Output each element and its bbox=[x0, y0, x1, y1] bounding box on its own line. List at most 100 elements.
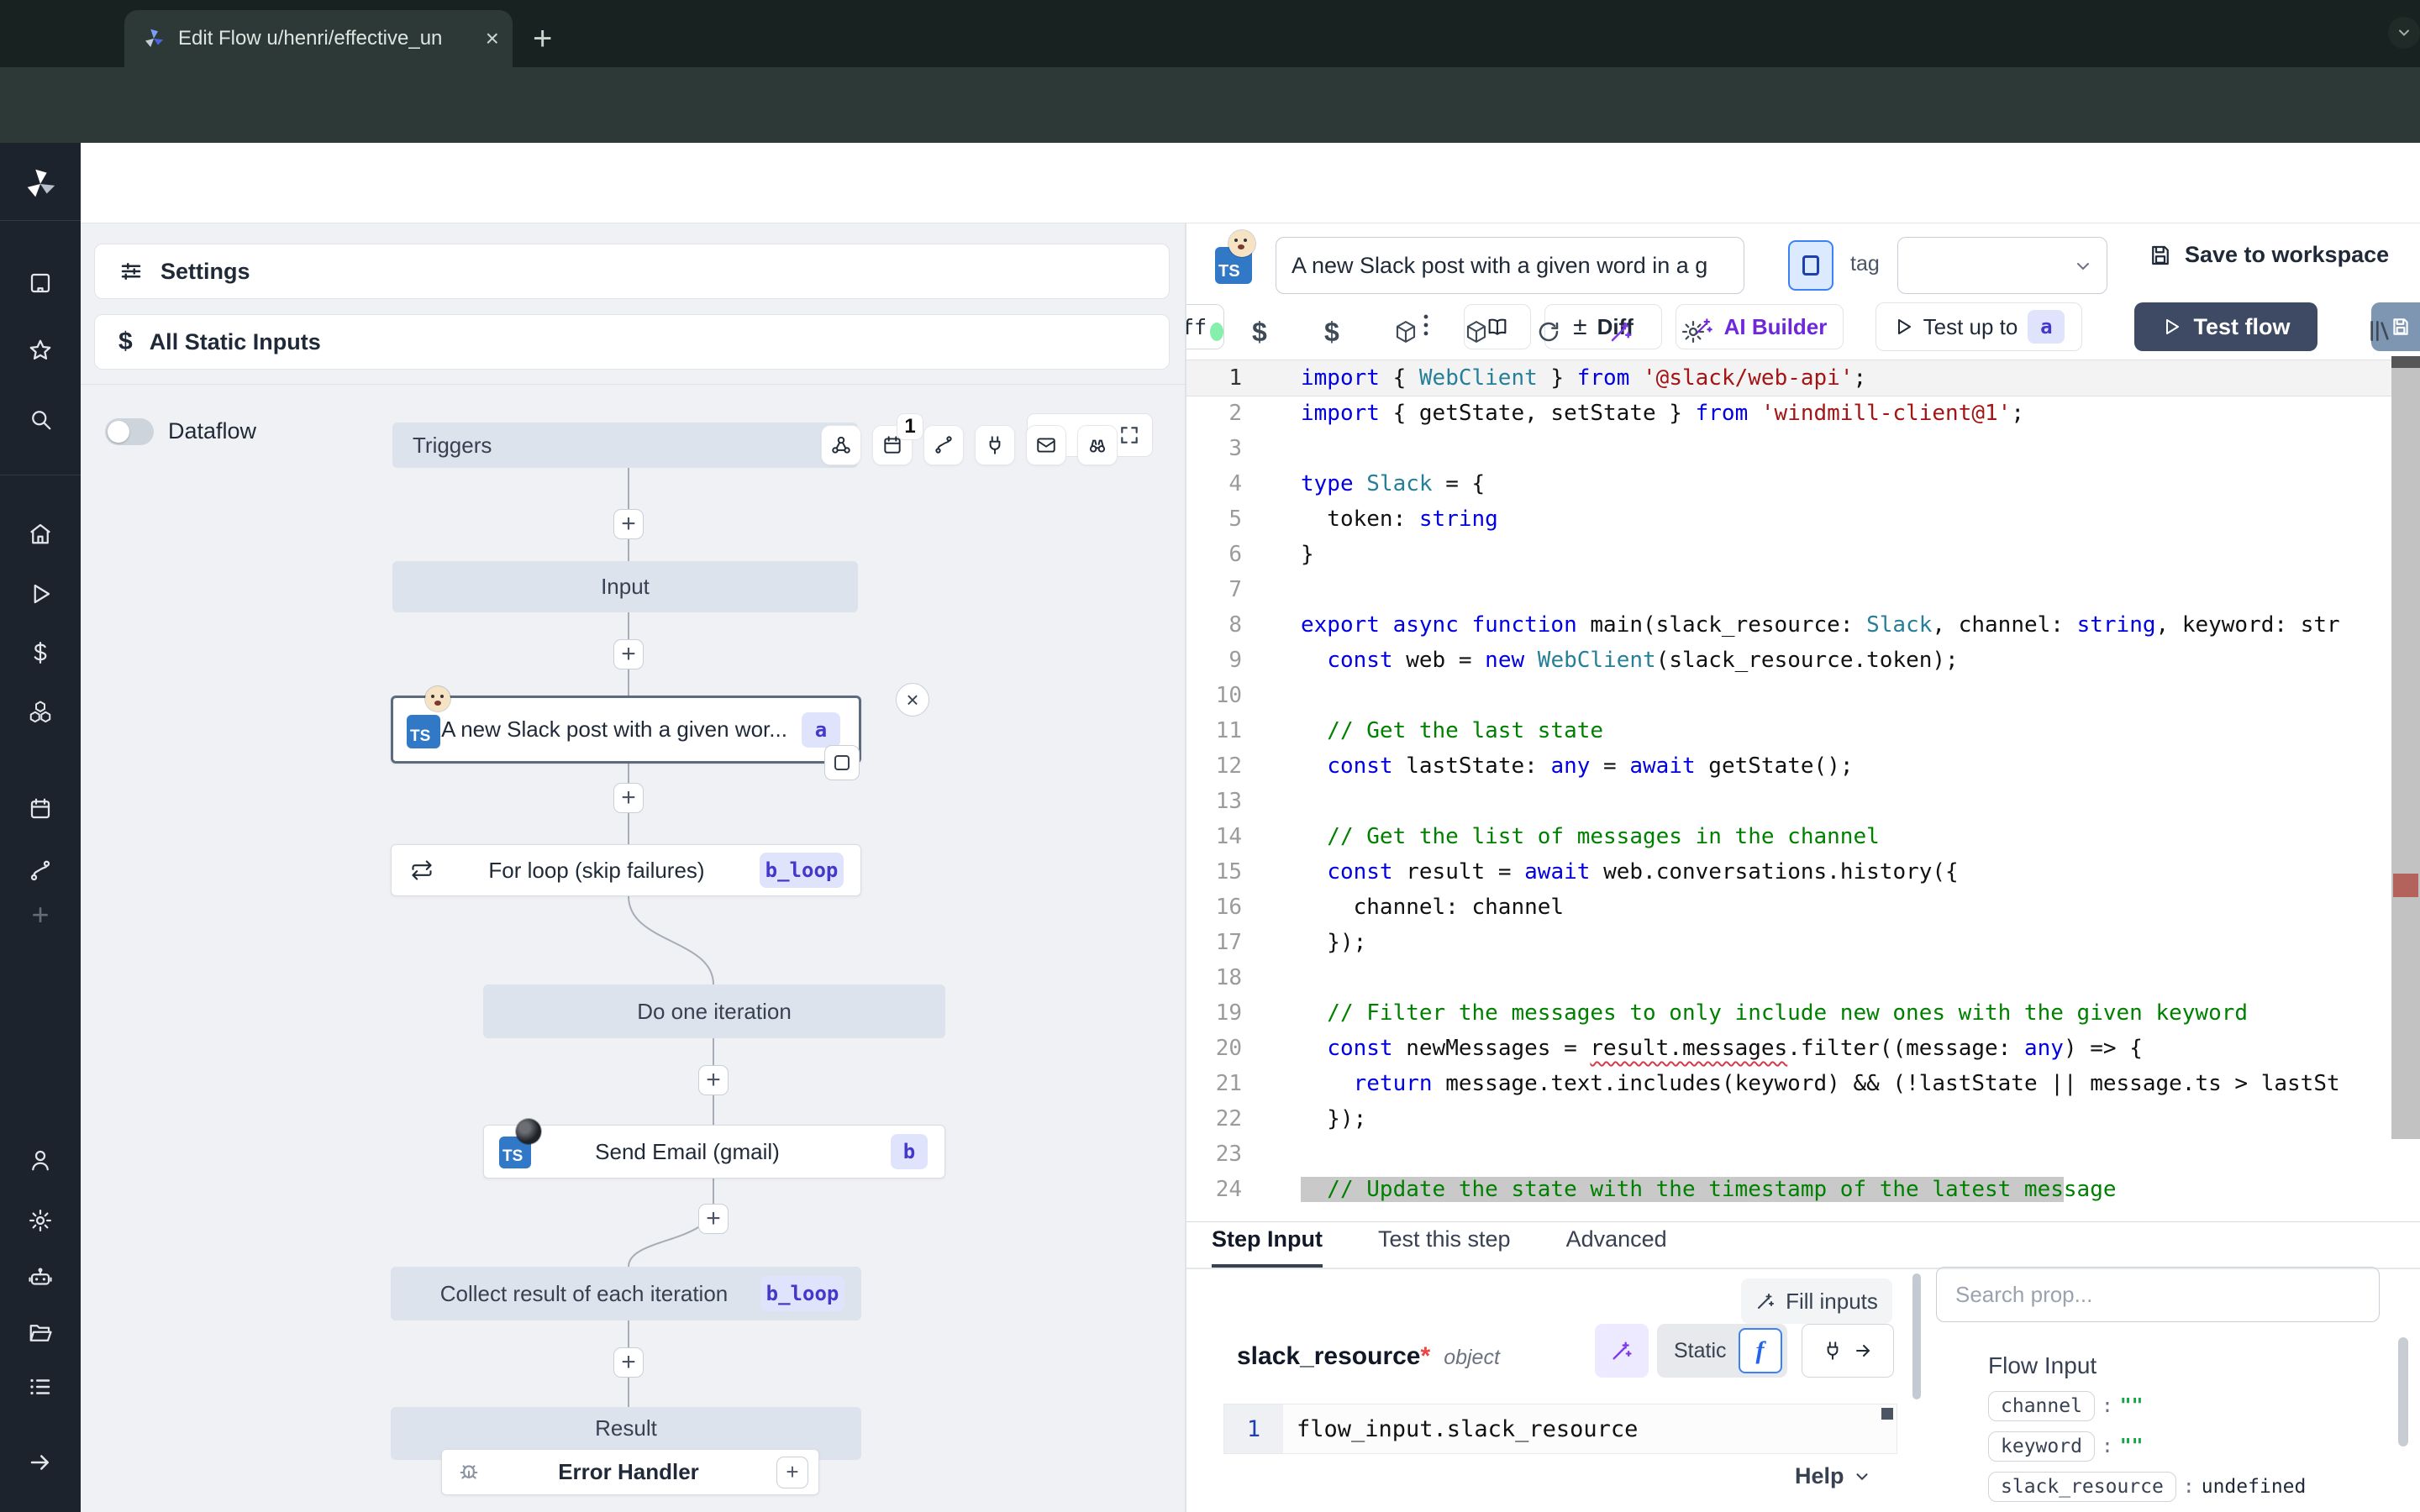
code-line[interactable]: 17 }); bbox=[1186, 925, 2420, 960]
code-line[interactable]: 18 bbox=[1186, 960, 2420, 995]
iteration-node[interactable]: Do one iteration bbox=[483, 984, 945, 1038]
package-lock-icon[interactable] bbox=[1464, 319, 1489, 344]
flow-input-prop[interactable]: slack_resource:undefined bbox=[1988, 1472, 2306, 1502]
code-line[interactable]: 22 }); bbox=[1186, 1101, 2420, 1137]
tab-step-input[interactable]: Step Input bbox=[1212, 1226, 1323, 1268]
test-flow-button[interactable]: Test flow bbox=[2134, 302, 2317, 351]
help-dropdown[interactable]: Help bbox=[1795, 1463, 1871, 1489]
sidebar-favorites-icon[interactable] bbox=[28, 338, 53, 363]
forloop-node[interactable]: For loop (skip failures) b_loop bbox=[391, 844, 861, 896]
input-expression-editor[interactable]: 1 flow_input.slack_resource bbox=[1224, 1404, 1897, 1453]
email-step-node[interactable]: TS Send Email (gmail) b bbox=[483, 1125, 945, 1179]
code-line[interactable]: 2import { getState, setState } from 'win… bbox=[1186, 396, 2420, 431]
websocket-trigger-icon[interactable] bbox=[975, 425, 1015, 465]
fill-inputs-button[interactable]: Fill inputs bbox=[1741, 1278, 1892, 1324]
sidebar-account-icon[interactable] bbox=[28, 1147, 53, 1173]
code-line[interactable]: 7 bbox=[1186, 572, 2420, 607]
sidebar-routes-icon[interactable] bbox=[28, 858, 53, 884]
search-prop-input[interactable]: Search prop... bbox=[1936, 1267, 2380, 1322]
sidebar-runs-icon[interactable] bbox=[28, 581, 53, 606]
tab-advanced[interactable]: Advanced bbox=[1566, 1226, 1667, 1268]
code-line[interactable]: 1import { WebClient } from '@slack/web-a… bbox=[1186, 360, 2420, 396]
code-line[interactable]: 10 bbox=[1186, 678, 2420, 713]
input-mode-toggle[interactable]: Static f bbox=[1657, 1324, 1787, 1378]
lock-toggle-button[interactable] bbox=[1788, 240, 1833, 291]
new-tab-button[interactable]: + bbox=[533, 22, 552, 55]
sidebar-workspace-icon[interactable] bbox=[28, 270, 53, 296]
sidebar-ai-bot-icon[interactable] bbox=[28, 1265, 53, 1290]
ai-assistant-icon[interactable] bbox=[1608, 319, 1634, 344]
code-line[interactable]: 5 token: string bbox=[1186, 501, 2420, 537]
add-step-button[interactable]: + bbox=[613, 509, 644, 539]
code-line[interactable]: 19 // Filter the messages to only includ… bbox=[1186, 995, 2420, 1031]
webhook-trigger-icon[interactable] bbox=[821, 425, 861, 465]
diff-button[interactable]: ± Diff bbox=[1544, 304, 1662, 349]
add-step-button[interactable]: + bbox=[613, 639, 644, 669]
tab-test-this-step[interactable]: Test this step bbox=[1378, 1226, 1511, 1268]
code-line[interactable]: 3 bbox=[1186, 431, 2420, 466]
editor-settings-icon[interactable] bbox=[1681, 319, 1706, 344]
props-scrollbar[interactable] bbox=[2398, 1337, 2408, 1446]
code-line[interactable]: 15 const result = await web.conversation… bbox=[1186, 854, 2420, 890]
code-line[interactable]: 20 const newMessages = result.messages.f… bbox=[1186, 1031, 2420, 1066]
reset-code-icon[interactable] bbox=[1536, 319, 1561, 344]
code-line[interactable]: 14 // Get the list of messages in the ch… bbox=[1186, 819, 2420, 854]
settings-card[interactable]: Settings bbox=[94, 244, 1170, 299]
slack-step-node[interactable]: TS A new Slack post with a given wor... … bbox=[391, 696, 861, 764]
add-step-button[interactable]: + bbox=[698, 1065, 729, 1095]
scrollbar-thumb[interactable] bbox=[2391, 356, 2420, 368]
static-mode-label[interactable]: Static bbox=[1674, 1339, 1727, 1363]
email-trigger-icon[interactable] bbox=[1026, 425, 1066, 465]
flow-input-prop[interactable]: channel:"" bbox=[1988, 1391, 2306, 1421]
add-step-button[interactable]: + bbox=[613, 1347, 644, 1378]
add-step-button[interactable]: + bbox=[698, 1204, 729, 1234]
windmill-logo[interactable] bbox=[21, 165, 60, 203]
sidebar-schedules-icon[interactable] bbox=[28, 796, 53, 822]
package-icon[interactable] bbox=[1393, 319, 1418, 344]
panel-scrollbar[interactable] bbox=[1912, 1273, 1921, 1399]
tab-search-icon[interactable] bbox=[2388, 17, 2420, 49]
test-up-to-button[interactable]: Test up to a bbox=[1876, 302, 2082, 351]
input-node[interactable]: Input bbox=[392, 561, 858, 612]
sidebar-logs-icon[interactable] bbox=[28, 1374, 53, 1399]
connect-input-button[interactable] bbox=[1802, 1324, 1894, 1378]
sidebar-folders-icon[interactable] bbox=[28, 1320, 53, 1346]
code-editor[interactable]: 1import { WebClient } from '@slack/web-a… bbox=[1186, 356, 2420, 1216]
tag-select[interactable] bbox=[1897, 237, 2107, 294]
code-line[interactable]: 11 // Get the last state bbox=[1186, 713, 2420, 748]
editor-scrollbar[interactable] bbox=[2391, 356, 2420, 1139]
watch-trigger-icon[interactable] bbox=[1077, 425, 1118, 465]
code-line[interactable]: 8export async function main(slack_resour… bbox=[1186, 607, 2420, 643]
sidebar-resources-icon[interactable] bbox=[28, 699, 53, 724]
collect-node[interactable]: Collect result of each iteration b_loop bbox=[391, 1267, 861, 1320]
tab-close-icon[interactable]: × bbox=[486, 27, 499, 50]
route-trigger-icon[interactable] bbox=[923, 425, 964, 465]
code-line[interactable]: 4type Slack = { bbox=[1186, 466, 2420, 501]
library-icon[interactable] bbox=[2366, 318, 2393, 344]
browser-tab[interactable]: Edit Flow u/henri/effective_un × bbox=[124, 10, 513, 67]
code-line[interactable]: 9 const web = new WebClient(slack_resour… bbox=[1186, 643, 2420, 678]
step-summary-input[interactable]: A new Slack post with a given word in a … bbox=[1276, 237, 1744, 294]
sidebar-search-icon[interactable] bbox=[28, 407, 53, 432]
sidebar-home-icon[interactable] bbox=[28, 521, 53, 546]
ai-fill-button[interactable] bbox=[1595, 1324, 1649, 1378]
code-line[interactable]: 16 channel: channel bbox=[1186, 890, 2420, 925]
variables-icon[interactable]: $ bbox=[1252, 317, 1267, 348]
delete-step-icon[interactable]: × bbox=[896, 683, 929, 717]
sidebar-settings-icon[interactable] bbox=[28, 1208, 53, 1233]
error-handler-node[interactable]: Error Handler + bbox=[441, 1449, 819, 1495]
sidebar-expand-icon[interactable] bbox=[28, 1450, 53, 1475]
stop-after-step-icon[interactable] bbox=[824, 745, 860, 780]
static-inputs-card[interactable]: $ All Static Inputs bbox=[94, 314, 1170, 370]
code-line[interactable]: 12 const lastState: any = await getState… bbox=[1186, 748, 2420, 784]
sidebar-add-icon[interactable]: + bbox=[28, 902, 53, 927]
save-to-workspace-button[interactable]: Save to workspace bbox=[2148, 242, 2389, 268]
add-error-handler-icon[interactable]: + bbox=[776, 1457, 808, 1488]
sidebar-variables-icon[interactable] bbox=[28, 640, 53, 665]
test-up-to-step-badge[interactable]: a bbox=[2028, 310, 2065, 344]
javascript-mode-button[interactable]: f bbox=[1739, 1328, 1782, 1373]
code-line[interactable]: 21 return message.text.includes(keyword)… bbox=[1186, 1066, 2420, 1101]
triggers-bar[interactable]: Triggers 1 bbox=[392, 423, 858, 468]
context-variables-icon[interactable]: $ bbox=[1324, 317, 1339, 348]
code-line[interactable]: 23 bbox=[1186, 1137, 2420, 1172]
